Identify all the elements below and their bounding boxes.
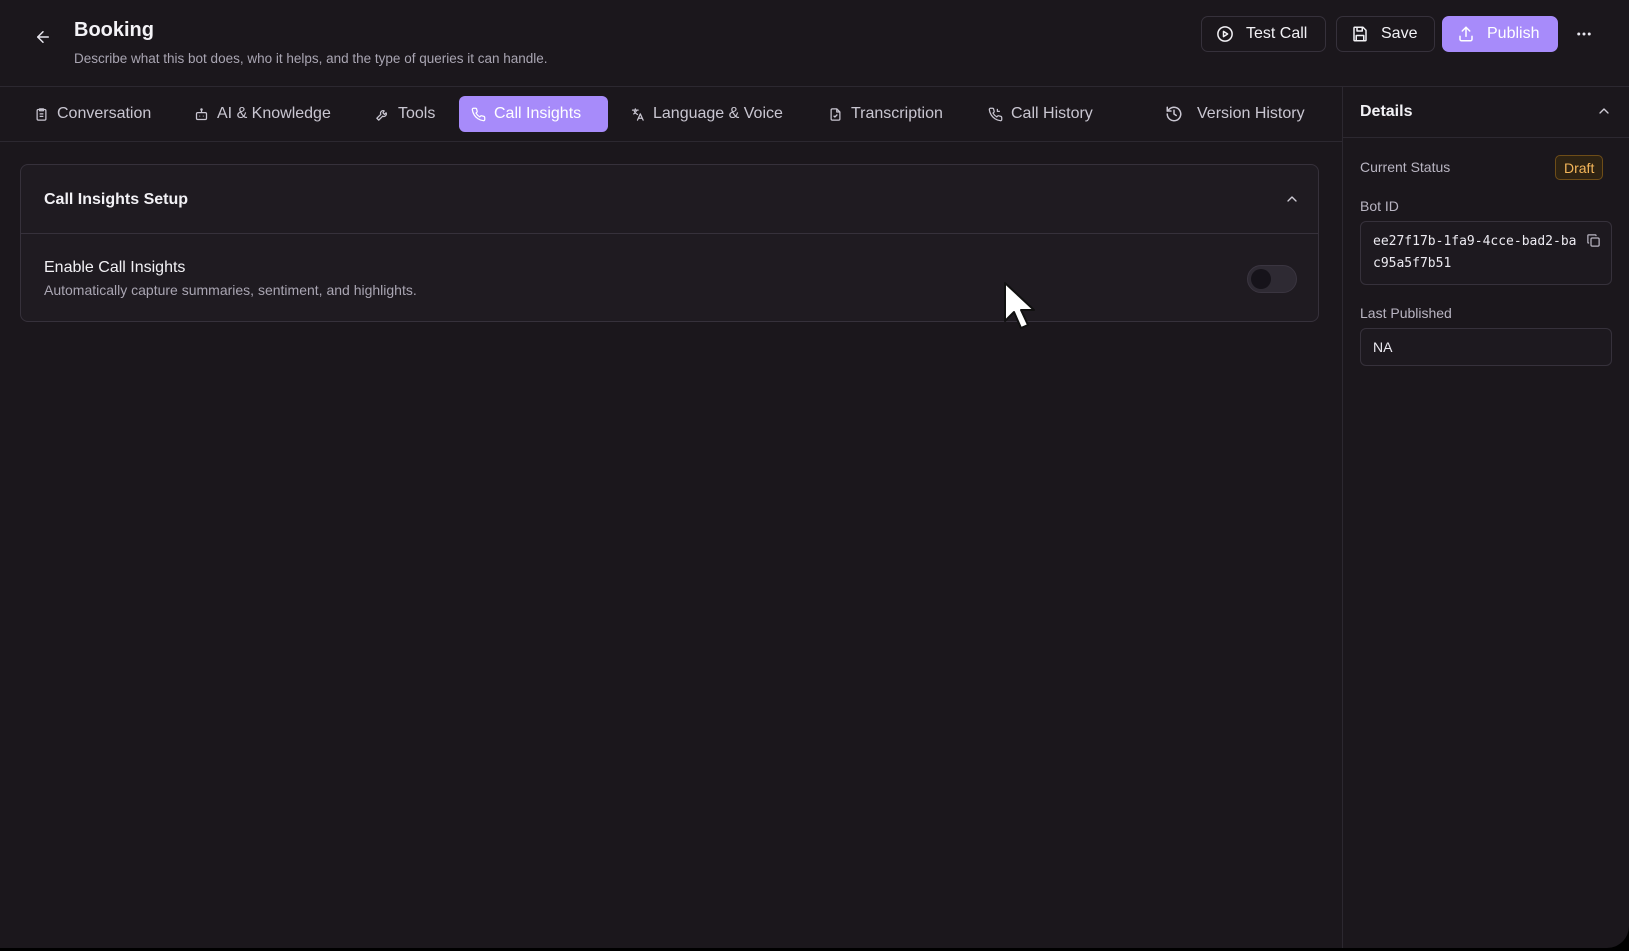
- tab-call-history[interactable]: Call History: [976, 96, 1105, 132]
- last-published-label: Last Published: [1360, 305, 1452, 321]
- tab-conversation-label: Conversation: [57, 105, 152, 122]
- enable-call-insights-toggle[interactable]: [1247, 265, 1297, 293]
- file-icon: [830, 107, 841, 121]
- more-options-button[interactable]: [1570, 20, 1598, 48]
- tab-call-history-label: Call History: [1011, 105, 1093, 122]
- current-status-label: Current Status: [1360, 159, 1451, 175]
- clipboard-icon: [36, 107, 47, 121]
- play-circle-icon: [1217, 26, 1233, 42]
- tab-tools-label: Tools: [398, 105, 436, 122]
- tab-transcription[interactable]: Transcription: [816, 96, 955, 132]
- bot-id-field[interactable]: ee27f17b-1fa9-4cce-bad2-bac95a5f7b51: [1360, 221, 1612, 285]
- page-subtitle: Describe what this bot does, who it help…: [74, 51, 548, 66]
- bot-id-value: ee27f17b-1fa9-4cce-bad2-bac95a5f7b51: [1373, 234, 1577, 271]
- test-call-label: Test Call: [1246, 25, 1308, 42]
- page-title: Booking: [74, 19, 154, 41]
- tab-conversation[interactable]: Conversation: [22, 96, 163, 132]
- phone-icon: [471, 107, 486, 121]
- more-horizontal-icon: [1577, 32, 1591, 36]
- details-panel: Details Current Status Draft Bot ID ee27…: [1342, 87, 1629, 948]
- enable-call-insights-title: Enable Call Insights: [44, 259, 186, 276]
- chevron-up-icon: [1599, 108, 1609, 114]
- card-title: Call Insights Setup: [44, 191, 189, 208]
- copy-bot-id-button[interactable]: [1586, 233, 1601, 253]
- tab-call-insights[interactable]: Call Insights: [459, 96, 608, 132]
- copy-icon: [1587, 234, 1600, 247]
- enable-call-insights-description: Automatically capture summaries, sentime…: [44, 282, 417, 298]
- app-window: Booking Describe what this bot does, who…: [0, 0, 1629, 948]
- tab-language-voice[interactable]: Language & Voice: [618, 96, 795, 132]
- tab-ai-knowledge-label: AI & Knowledge: [217, 105, 331, 122]
- publish-label: Publish: [1487, 25, 1540, 42]
- tab-tools[interactable]: Tools: [363, 96, 447, 132]
- collapse-details-button[interactable]: [1596, 103, 1612, 124]
- bot-id-label: Bot ID: [1360, 198, 1399, 214]
- call-insights-setup-card: Call Insights Setup Enable Call Insights…: [20, 164, 1319, 322]
- arrow-left-icon: [37, 31, 49, 43]
- page-header: Booking Describe what this bot does, who…: [0, 0, 1629, 87]
- save-button[interactable]: Save: [1336, 16, 1435, 52]
- test-call-button[interactable]: Test Call: [1201, 16, 1326, 52]
- last-published-value: NA: [1373, 339, 1393, 355]
- details-title: Details: [1360, 103, 1413, 120]
- collapse-card-button[interactable]: [1284, 191, 1300, 212]
- tab-version-history-label: Version History: [1197, 105, 1305, 122]
- tab-ai-knowledge[interactable]: AI & Knowledge: [182, 96, 343, 132]
- tab-language-voice-label: Language & Voice: [653, 105, 783, 122]
- bot-icon: [195, 107, 208, 120]
- history-icon: [1166, 106, 1182, 122]
- tab-transcription-label: Transcription: [851, 105, 943, 122]
- back-button[interactable]: [30, 24, 56, 50]
- save-label: Save: [1381, 25, 1418, 42]
- translate-icon: [631, 107, 644, 121]
- wrench-icon: [376, 109, 387, 121]
- mouse-pointer-icon: [1004, 282, 1035, 329]
- tab-version-history[interactable]: Version History: [1153, 96, 1317, 132]
- card-header[interactable]: Call Insights Setup: [21, 165, 1318, 234]
- upload-icon: [1459, 26, 1473, 42]
- publish-button[interactable]: Publish: [1442, 16, 1558, 52]
- status-badge: Draft: [1555, 155, 1604, 180]
- save-icon: [1353, 26, 1367, 42]
- chevron-up-icon: [1287, 196, 1297, 202]
- details-header[interactable]: Details: [1343, 87, 1629, 138]
- phone-history-icon: [988, 107, 1003, 121]
- last-published-field: NA: [1360, 328, 1612, 366]
- tab-call-insights-label: Call Insights: [494, 105, 582, 122]
- toggle-knob: [1251, 269, 1271, 289]
- tab-bar: Conversation AI & Knowledge Tools Call I…: [0, 87, 1342, 142]
